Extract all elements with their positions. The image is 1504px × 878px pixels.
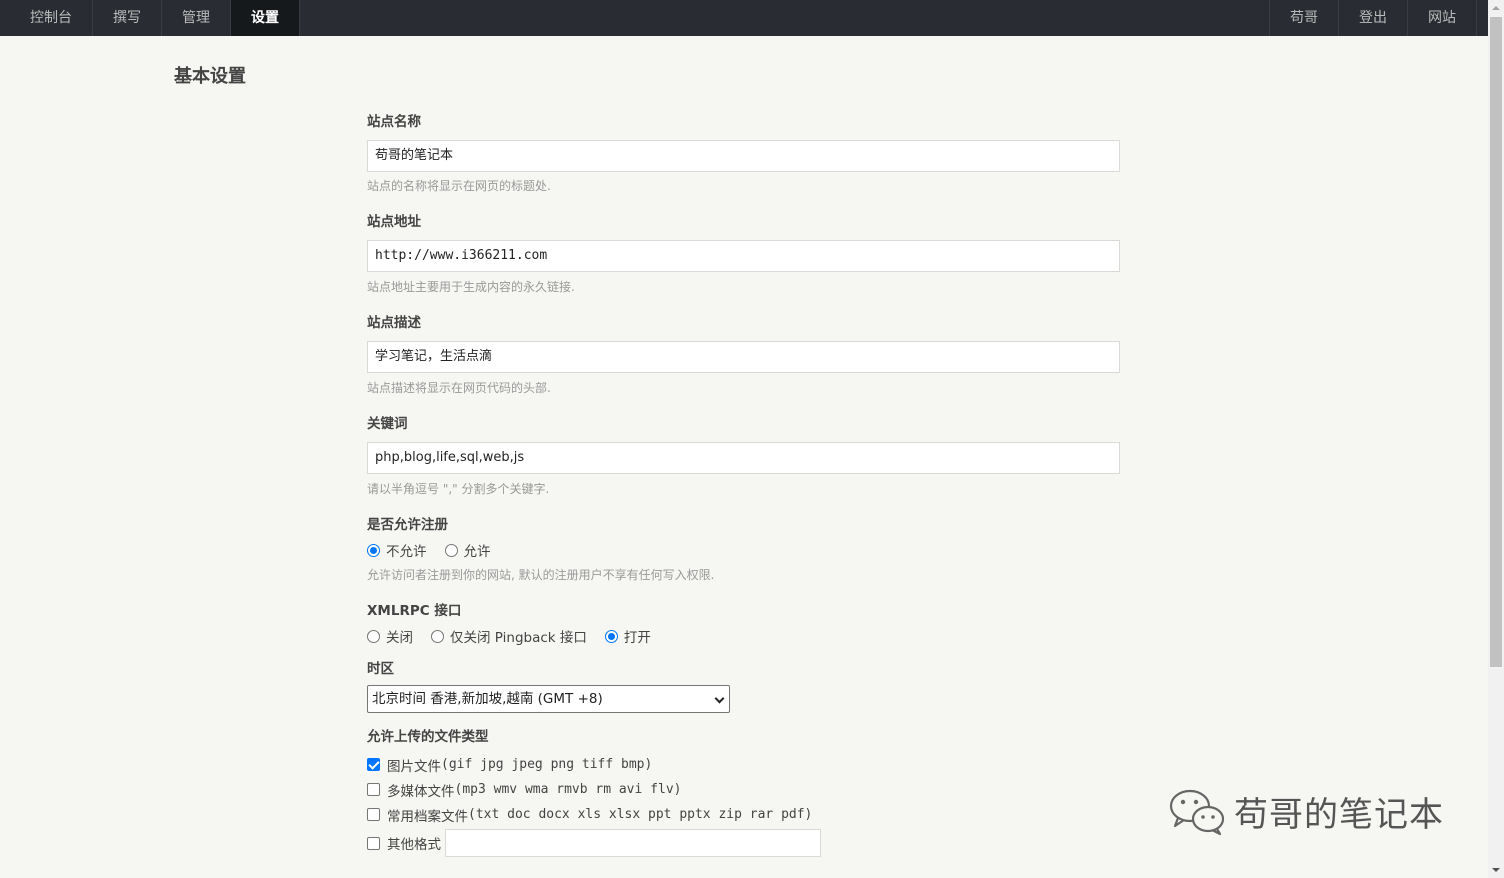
- xmlrpc-options: 关闭 仅关闭 Pingback 接口 打开: [367, 625, 1120, 647]
- xmlrpc-option-on[interactable]: 打开: [604, 626, 651, 646]
- register-option-label: 允许: [463, 544, 491, 560]
- upload-checkbox-other[interactable]: [367, 836, 380, 850]
- xmlrpc-option-label: 仅关闭 Pingback 接口: [450, 630, 587, 646]
- register-label: 是否允许注册: [367, 517, 448, 533]
- nav-website[interactable]: 网站: [1408, 0, 1477, 36]
- upload-type-ext: (gif jpg jpeg png tiff bmp): [441, 757, 653, 772]
- timezone-value: 北京时间 香港,新加坡,越南 (GMT +8): [372, 691, 603, 707]
- timezone-select[interactable]: 北京时间 香港,新加坡,越南 (GMT +8): [367, 685, 730, 713]
- upload-checkbox-docs[interactable]: [367, 808, 380, 821]
- page-scrollbar[interactable]: [1488, 0, 1504, 878]
- register-option-allow[interactable]: 允许: [444, 540, 491, 560]
- upload-type-name: 图片文件: [387, 758, 441, 775]
- upload-type-ext: (txt doc docx xls xlsx ppt pptx zip rar …: [468, 807, 813, 822]
- upload-type-name: 常用档案文件: [387, 808, 468, 825]
- watermark-text: 苟哥的笔记本: [1234, 794, 1444, 835]
- timezone-label: 时区: [367, 661, 394, 677]
- nav-write[interactable]: 撰写: [93, 0, 162, 36]
- site-url-input[interactable]: http://www.i366211.com: [367, 240, 1120, 272]
- nav-dashboard[interactable]: 控制台: [10, 0, 93, 36]
- xmlrpc-option-label: 关闭: [386, 630, 413, 646]
- upload-type-name: 多媒体文件: [387, 783, 455, 800]
- settings-form: 站点名称 苟哥的笔记本 站点的名称将显示在网页的标题处. 站点地址 http:/…: [367, 112, 1120, 859]
- register-radio-disallow[interactable]: [367, 543, 380, 557]
- site-name-input[interactable]: 苟哥的笔记本: [367, 140, 1120, 172]
- upload-type-other-label: 其他格式: [387, 837, 441, 853]
- top-navbar: 控制台 撰写 管理 设置 苟哥 登出 网站: [0, 0, 1488, 36]
- other-format-input[interactable]: [445, 829, 821, 857]
- upload-checkbox-images[interactable]: [367, 758, 380, 771]
- nav-user[interactable]: 苟哥: [1270, 0, 1339, 36]
- xmlrpc-option-pingback-off[interactable]: 仅关闭 Pingback 接口: [431, 626, 587, 646]
- register-options: 不允许 允许: [367, 539, 1120, 561]
- xmlrpc-option-label: 打开: [623, 630, 651, 646]
- register-radio-allow[interactable]: [444, 543, 458, 557]
- upload-type-media[interactable]: 多媒体文件 (mp3 wmv wma rmvb rm avi flv): [367, 777, 1120, 802]
- xmlrpc-radio-off[interactable]: [367, 629, 380, 643]
- nav-left: 控制台 撰写 管理 设置: [10, 0, 300, 36]
- keywords-desc: 请以半角逗号 "," 分割多个关键字.: [367, 482, 550, 496]
- xmlrpc-radio-on[interactable]: [604, 629, 618, 643]
- keywords-label: 关键词: [367, 416, 408, 432]
- site-desc-input[interactable]: 学习笔记，生活点滴: [367, 341, 1120, 373]
- xmlrpc-option-off[interactable]: 关闭: [367, 626, 413, 646]
- xmlrpc-radio-pingback-off[interactable]: [431, 629, 444, 643]
- upload-checkbox-media[interactable]: [367, 783, 380, 796]
- site-url-label: 站点地址: [367, 214, 421, 230]
- upload-type-images[interactable]: 图片文件 (gif jpg jpeg png tiff bmp): [367, 752, 1120, 777]
- register-desc: 允许访问者注册到你的网站, 默认的注册用户不享有任何写入权限.: [367, 568, 715, 582]
- wechat-watermark: 苟哥的笔记本: [1168, 786, 1444, 836]
- nav-logout[interactable]: 登出: [1339, 0, 1408, 36]
- nav-settings[interactable]: 设置: [231, 0, 300, 36]
- upload-type-other: 其他格式: [367, 827, 1120, 859]
- wechat-icon: [1169, 789, 1225, 836]
- chevron-down-icon: [714, 693, 725, 704]
- site-desc-label: 站点描述: [367, 315, 421, 331]
- register-option-label: 不允许: [386, 544, 427, 560]
- scroll-thumb[interactable]: [1490, 17, 1502, 667]
- nav-manage[interactable]: 管理: [162, 0, 231, 36]
- upload-types-label: 允许上传的文件类型: [367, 729, 489, 745]
- upload-type-docs[interactable]: 常用档案文件 (txt doc docx xls xlsx ppt pptx z…: [367, 802, 1120, 827]
- upload-type-ext: (mp3 wmv wma rmvb rm avi flv): [454, 782, 682, 797]
- site-name-desc: 站点的名称将显示在网页的标题处.: [367, 179, 551, 193]
- register-option-disallow[interactable]: 不允许: [367, 540, 427, 560]
- keywords-input[interactable]: php,blog,life,sql,web,js: [367, 442, 1120, 474]
- site-url-desc: 站点地址主要用于生成内容的永久链接.: [367, 280, 575, 294]
- scroll-down-arrow-icon[interactable]: [1488, 862, 1504, 878]
- scroll-up-arrow-icon[interactable]: [1488, 0, 1504, 16]
- site-name-label: 站点名称: [367, 114, 421, 130]
- xmlrpc-label: XMLRPC 接口: [367, 603, 462, 619]
- nav-right: 苟哥 登出 网站: [1269, 0, 1477, 36]
- site-desc-desc: 站点描述将显示在网页代码的头部.: [367, 381, 551, 395]
- page-title: 基本设置: [174, 66, 246, 87]
